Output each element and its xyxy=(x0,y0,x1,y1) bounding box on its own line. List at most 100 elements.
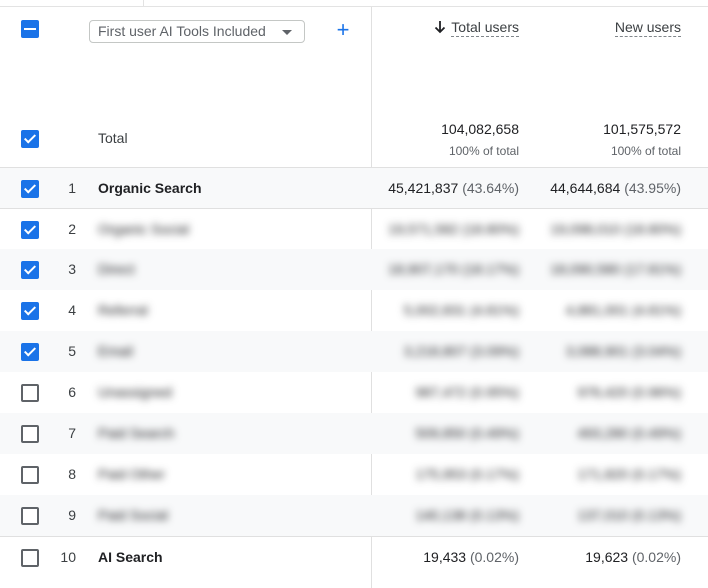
row-checkbox-icon[interactable] xyxy=(21,507,39,525)
row-total-users: 19,433 (0.02%) xyxy=(423,537,519,578)
total-users-header-label: Total users xyxy=(451,19,519,37)
row-new-users: 137,010 (0.13%) xyxy=(577,495,681,536)
row-checkbox-icon[interactable] xyxy=(21,261,39,279)
row-new-users-value: 4,881,001 xyxy=(565,302,629,318)
row-total-users: 18,907,170 (18.17%) xyxy=(388,249,519,290)
row-new-users-value: 3,088,901 xyxy=(565,343,629,359)
row-checkbox-icon[interactable] xyxy=(21,549,39,567)
row-index: 3 xyxy=(68,261,76,277)
row-total-users-pct: (0.49%) xyxy=(469,425,519,441)
row-new-users-pct: (17.81%) xyxy=(624,261,681,277)
row-new-users: 493,280 (0.49%) xyxy=(577,413,681,454)
row-new-users-pct: (43.95%) xyxy=(624,180,681,196)
row-new-users-pct: (3.04%) xyxy=(631,343,681,359)
row-index: 6 xyxy=(68,384,76,400)
row-new-users-pct: (0.96%) xyxy=(631,384,681,400)
row-new-users: 19,623 (0.02%) xyxy=(585,537,681,578)
row-new-users-value: 493,280 xyxy=(577,425,629,441)
row-checkbox-icon[interactable] xyxy=(21,221,39,239)
row-name[interactable]: Referral xyxy=(98,290,148,331)
row-total-users-value: 45,421,837 xyxy=(388,180,459,196)
row-new-users: 171,820 (0.17%) xyxy=(577,454,681,495)
row-checkbox-icon[interactable] xyxy=(21,425,39,443)
row-total-users: 5,002,831 (4.81%) xyxy=(404,290,519,331)
table-row[interactable]: 6 Unassigned 987,472 (0.95%) 976,420 (0.… xyxy=(0,372,708,413)
row-total-users-value: 3,218,807 xyxy=(403,343,467,359)
row-name[interactable]: Paid Other xyxy=(98,454,165,495)
row-index: 2 xyxy=(68,221,76,237)
table-row[interactable]: 4 Referral 5,002,831 (4.81%) 4,881,001 (… xyxy=(0,290,708,331)
table-row[interactable]: 3 Direct 18,907,170 (18.17%) 18,090,580 … xyxy=(0,249,708,290)
row-index: 1 xyxy=(68,180,76,196)
row-total-users: 140,138 (0.13%) xyxy=(415,495,519,536)
row-checkbox-icon[interactable] xyxy=(21,384,39,402)
row-checkbox-icon[interactable] xyxy=(21,180,39,198)
row-new-users: 44,644,684 (43.95%) xyxy=(550,168,681,209)
row-name[interactable]: Paid Search xyxy=(98,413,174,454)
totals-checkbox-icon[interactable] xyxy=(21,130,39,148)
table-row[interactable]: 8 Paid Other 175,953 (0.17%) 171,820 (0.… xyxy=(0,454,708,495)
column-tick xyxy=(143,0,144,6)
row-new-users-pct: (4.81%) xyxy=(631,302,681,318)
row-total-users: 175,953 (0.17%) xyxy=(415,454,519,495)
row-total-users-value: 509,850 xyxy=(415,425,467,441)
row-name[interactable]: Organic Social xyxy=(98,209,189,250)
row-total-users-pct: (3.09%) xyxy=(469,343,519,359)
row-total-users-value: 175,953 xyxy=(415,466,467,482)
row-index: 9 xyxy=(68,507,76,523)
row-new-users-value: 976,420 xyxy=(577,384,629,400)
row-total-users-pct: (4.81%) xyxy=(469,302,519,318)
row-name[interactable]: Paid Social xyxy=(98,495,168,536)
row-total-users: 45,421,837 (43.64%) xyxy=(388,168,519,209)
row-new-users-value: 137,010 xyxy=(577,507,629,523)
row-name[interactable]: Direct xyxy=(98,249,135,290)
row-total-users-pct: (18.17%) xyxy=(462,261,519,277)
row-total-users-value: 18,907,170 xyxy=(388,261,459,277)
table-row[interactable]: 1 Organic Search 45,421,837 (43.64%) 44,… xyxy=(0,167,708,209)
new-users-header[interactable]: New users xyxy=(614,19,681,37)
row-new-users-pct: (0.49%) xyxy=(631,425,681,441)
table-row[interactable]: 2 Organic Social 19,571,582 (18.80%) 19,… xyxy=(0,208,708,250)
row-new-users: 19,098,010 (18.80%) xyxy=(550,209,681,250)
row-checkbox-icon[interactable] xyxy=(21,466,39,484)
row-total-users-pct: (0.13%) xyxy=(469,507,519,523)
row-new-users-value: 18,090,580 xyxy=(550,261,621,277)
new-users-header-label: New users xyxy=(614,19,681,37)
totals-new-users: 101,575,572 xyxy=(603,121,681,137)
row-total-users-pct: (18.80%) xyxy=(462,221,519,237)
totals-total-users: 104,082,658 xyxy=(441,121,519,137)
row-index: 7 xyxy=(68,425,76,441)
row-name[interactable]: Organic Search xyxy=(98,168,202,209)
table-row[interactable]: 10 AI Search 19,433 (0.02%) 19,623 (0.02… xyxy=(0,536,708,578)
row-total-users-pct: (43.64%) xyxy=(462,180,519,196)
row-new-users-value: 171,820 xyxy=(577,466,629,482)
row-name[interactable]: Email xyxy=(98,331,133,372)
row-index: 8 xyxy=(68,466,76,482)
row-checkbox-icon[interactable] xyxy=(21,302,39,320)
plus-icon: + xyxy=(336,17,350,42)
row-index: 5 xyxy=(68,343,76,359)
add-dimension-button[interactable]: + xyxy=(333,19,353,41)
row-new-users-value: 19,098,010 xyxy=(550,221,621,237)
select-all-checkbox-icon[interactable] xyxy=(21,20,39,38)
row-total-users-value: 19,433 xyxy=(423,549,467,565)
table-row[interactable]: 9 Paid Social 140,138 (0.13%) 137,010 (0… xyxy=(0,495,708,536)
dimension-dropdown[interactable]: First user AI Tools Included xyxy=(89,20,305,43)
caret-down-icon xyxy=(282,30,292,35)
row-name[interactable]: AI Search xyxy=(98,537,163,578)
row-total-users: 3,218,807 (3.09%) xyxy=(404,331,519,372)
table-row[interactable]: 5 Email 3,218,807 (3.09%) 3,088,901 (3.0… xyxy=(0,331,708,372)
row-total-users: 19,571,582 (18.80%) xyxy=(388,209,519,250)
row-total-users-value: 140,138 xyxy=(415,507,467,523)
table-row[interactable]: 7 Paid Search 509,850 (0.49%) 493,280 (0… xyxy=(0,413,708,454)
row-total-users: 509,850 (0.49%) xyxy=(415,413,519,454)
row-new-users: 3,088,901 (3.04%) xyxy=(566,331,681,372)
row-new-users-value: 44,644,684 xyxy=(550,180,621,196)
row-name[interactable]: Unassigned xyxy=(98,372,172,413)
row-new-users: 18,090,580 (17.81%) xyxy=(550,249,681,290)
row-total-users-value: 5,002,831 xyxy=(403,302,467,318)
row-checkbox-icon[interactable] xyxy=(21,343,39,361)
row-new-users-pct: (0.17%) xyxy=(631,466,681,482)
totals-total-users-share: 100% of total xyxy=(448,144,519,158)
total-users-header[interactable]: Total users xyxy=(433,19,519,37)
